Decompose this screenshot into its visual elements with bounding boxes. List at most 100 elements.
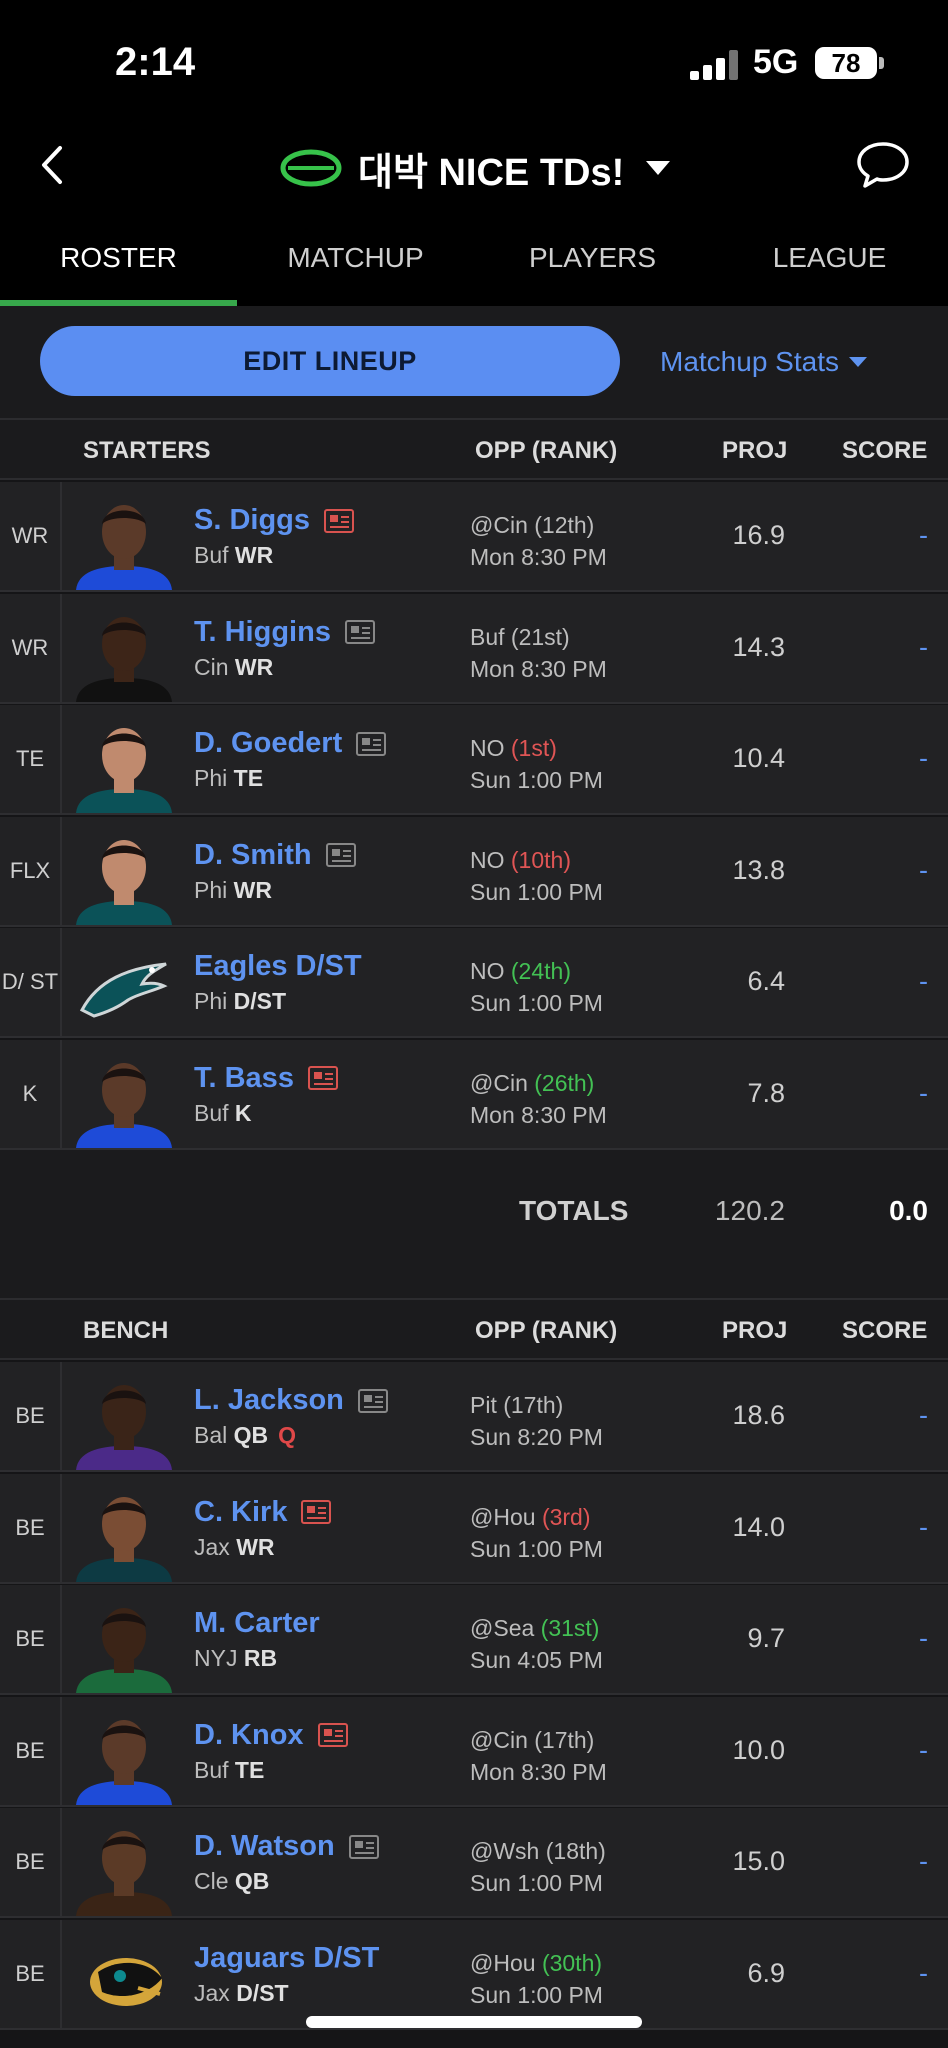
- news-icon[interactable]: [356, 731, 387, 756]
- tab-roster[interactable]: ROSTER: [0, 230, 237, 306]
- player-avatar[interactable]: [68, 1374, 180, 1470]
- player-team: Cin: [194, 653, 229, 680]
- news-icon[interactable]: [348, 1834, 379, 1859]
- player-avatar[interactable]: [68, 940, 180, 1036]
- player-team-position: Buf TE: [194, 1757, 264, 1784]
- score[interactable]: -: [880, 1400, 928, 1431]
- section-title: BENCH: [83, 1317, 169, 1344]
- news-icon[interactable]: [307, 1066, 338, 1090]
- lineup-slot[interactable]: K: [0, 1039, 62, 1148]
- home-indicator[interactable]: [306, 2016, 642, 2028]
- player-name-link[interactable]: D. Watson: [194, 1830, 379, 1863]
- lineup-slot[interactable]: WR: [0, 482, 62, 590]
- player-team-position: Cle QB: [194, 1868, 269, 1895]
- news-icon[interactable]: [324, 508, 355, 533]
- news-icon[interactable]: [301, 1500, 332, 1524]
- lineup-slot[interactable]: FLX: [0, 816, 62, 925]
- news-icon[interactable]: [344, 620, 375, 644]
- score-column-header[interactable]: SCORE: [842, 437, 927, 465]
- player-row[interactable]: WR T. Higgins Cin WR Buf (21st) Mon 8:30 PM 1…: [0, 593, 948, 704]
- player-row[interactable]: BE C. Kirk Jax WR @Hou (3rd) Sun 1:00 PM 14.0…: [0, 1473, 948, 1584]
- lineup-slot[interactable]: BE: [0, 1585, 62, 1693]
- score[interactable]: -: [880, 1623, 928, 1654]
- player-name-link[interactable]: T. Bass: [194, 1062, 338, 1095]
- player-row[interactable]: BE D. Knox Buf TE @Cin (17th) Mon 8:30 PM 10.…: [0, 1696, 948, 1807]
- opponent: @Cin (17th): [470, 1727, 594, 1754]
- player-row[interactable]: BE D. Watson Cle QB @Wsh (18th) Sun 1:00 PM 1…: [0, 1808, 948, 1918]
- player-row[interactable]: TE D. Goedert Phi TE NO (1st) Sun 1:00 PM 10.…: [0, 705, 948, 815]
- matchup-stats-dropdown[interactable]: Matchup Stats: [660, 346, 867, 378]
- player-name-link[interactable]: C. Kirk: [194, 1496, 332, 1529]
- score[interactable]: -: [880, 1512, 928, 1543]
- score[interactable]: -: [880, 966, 928, 997]
- lineup-slot[interactable]: TE: [0, 705, 62, 813]
- lineup-slot[interactable]: WR: [0, 593, 62, 702]
- tab-matchup[interactable]: MATCHUP: [237, 230, 474, 306]
- back-chevron-icon[interactable]: [30, 140, 80, 190]
- chat-bubble-icon[interactable]: [855, 138, 911, 190]
- proj-column-header[interactable]: PROJ: [722, 437, 787, 465]
- nav-tabs: ROSTER MATCHUP PLAYERS LEAGUE: [0, 230, 948, 306]
- player-team-position: Cin WR: [194, 654, 273, 681]
- player-avatar[interactable]: [68, 606, 180, 702]
- player-row[interactable]: K T. Bass Buf K @Cin (26th) Mon 8:30 PM 7.8 -: [0, 1039, 948, 1150]
- player-row[interactable]: BE Jaguars D/ST Jax D/ST @Hou (30th) Sun 1:0…: [0, 1919, 948, 2030]
- proj-column-header[interactable]: PROJ: [722, 1317, 787, 1345]
- team-selector[interactable]: 대박 NICE TDs!: [280, 140, 671, 196]
- score[interactable]: -: [880, 743, 928, 774]
- score[interactable]: -: [880, 855, 928, 886]
- player-row[interactable]: WR S. Diggs Buf WR @Cin (12th) Mon 8:30 PM 16…: [0, 482, 948, 592]
- player-avatar[interactable]: [68, 1052, 180, 1148]
- player-row[interactable]: D/ ST Eagles D/ST Phi D/ST NO (24th) Sun 1:0…: [0, 928, 948, 1038]
- opponent: @Cin (12th): [470, 512, 594, 539]
- lineup-slot[interactable]: BE: [0, 1696, 62, 1805]
- score[interactable]: -: [880, 520, 928, 551]
- tab-players[interactable]: PLAYERS: [474, 230, 711, 306]
- lineup-slot[interactable]: BE: [0, 1919, 62, 2028]
- news-icon[interactable]: [325, 843, 356, 867]
- player-avatar[interactable]: [68, 1709, 180, 1805]
- player-avatar[interactable]: [68, 494, 180, 590]
- score[interactable]: -: [880, 1078, 928, 1109]
- lineup-slot[interactable]: BE: [0, 1362, 62, 1470]
- player-name-link[interactable]: Jaguars D/ST: [194, 1942, 379, 1975]
- lineup-slot[interactable]: BE: [0, 1473, 62, 1582]
- player-avatar[interactable]: [68, 717, 180, 813]
- opp-column-header[interactable]: OPP (RANK): [475, 437, 617, 465]
- action-bar: EDIT LINEUP Matchup Stats: [0, 306, 948, 418]
- status-bar: 2:14 5G 78: [0, 0, 948, 130]
- player-avatar[interactable]: [68, 1486, 180, 1582]
- player-name-link[interactable]: Eagles D/ST: [194, 950, 362, 983]
- player-avatar[interactable]: [68, 1820, 180, 1916]
- player-avatar[interactable]: [68, 1597, 180, 1693]
- edit-lineup-button[interactable]: EDIT LINEUP: [40, 326, 620, 396]
- player-row[interactable]: BE L. Jackson Bal QB Q Pit (17th) Sun 8:20 PM…: [0, 1362, 948, 1472]
- player-avatar[interactable]: [68, 829, 180, 925]
- player-name-link[interactable]: S. Diggs: [194, 504, 355, 537]
- player-row[interactable]: FLX D. Smith Phi WR NO (10th) Sun 1:00 PM 13.…: [0, 816, 948, 927]
- player-row[interactable]: BE M. Carter NYJ RB @Sea (31st) Sun 4:05 PM 9…: [0, 1585, 948, 1695]
- news-icon[interactable]: [357, 1388, 388, 1413]
- lineup-slot[interactable]: D/ ST: [0, 928, 62, 1036]
- news-icon[interactable]: [317, 1723, 348, 1747]
- player-avatar[interactable]: [68, 1932, 180, 2028]
- player-position: D/ST: [236, 1979, 289, 2006]
- player-name-link[interactable]: L. Jackson: [194, 1384, 388, 1417]
- player-name-link[interactable]: D. Smith: [194, 839, 356, 872]
- player-team: Phi: [194, 988, 228, 1014]
- player-name-link[interactable]: T. Higgins: [194, 616, 375, 649]
- score[interactable]: -: [880, 1958, 928, 1989]
- score[interactable]: -: [880, 632, 928, 663]
- tab-league[interactable]: LEAGUE: [711, 230, 948, 306]
- player-name-link[interactable]: M. Carter: [194, 1607, 320, 1640]
- score-column-header[interactable]: SCORE: [842, 1317, 927, 1345]
- opp-column-header[interactable]: OPP (RANK): [475, 1317, 617, 1345]
- player-team: Jax: [194, 1979, 230, 2006]
- score[interactable]: -: [880, 1735, 928, 1766]
- lineup-slot[interactable]: BE: [0, 1808, 62, 1916]
- score[interactable]: -: [880, 1846, 928, 1877]
- player-name-link[interactable]: D. Goedert: [194, 727, 387, 760]
- player-name-link[interactable]: D. Knox: [194, 1719, 348, 1752]
- game-time: Sun 1:00 PM: [470, 1535, 603, 1562]
- opponent-team: Pit: [470, 1392, 497, 1418]
